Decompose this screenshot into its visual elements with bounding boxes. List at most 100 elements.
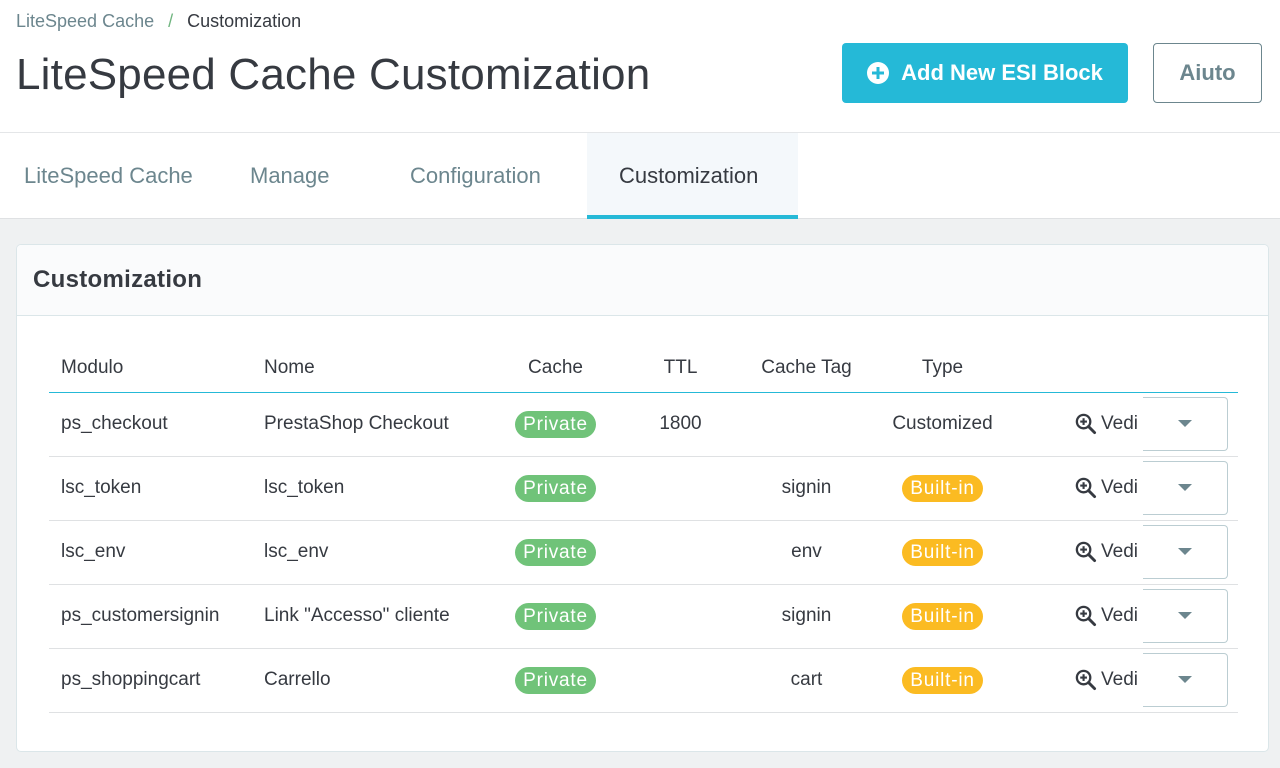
cell-nome: lsc_token [264,456,488,521]
cell-modulo: ps_shoppingcart [49,648,264,713]
column-header-modulo: Modulo [49,344,264,393]
view-button-label: Vedi [1101,604,1138,626]
customization-card: Customization Modulo Nome Cache TTL Cach… [16,244,1269,752]
cell-modulo: ps_checkout [49,392,264,457]
zoom-in-icon [1075,605,1097,627]
esi-blocks-table: Modulo Nome Cache TTL Cache Tag Type ps_… [49,344,1238,713]
cell-actions: Vedi [1010,584,1238,649]
table-body: ps_checkout PrestaShop Checkout Private … [49,392,1238,713]
view-button[interactable]: Vedi [1048,588,1143,643]
view-button-label: Vedi [1101,476,1138,498]
help-button[interactable]: Aiuto [1153,43,1262,103]
row-actions-dropdown-toggle[interactable] [1142,396,1228,451]
column-header-cache-tag: Cache Tag [738,344,875,393]
caret-down-icon [1177,548,1192,555]
cell-ttl [623,648,738,713]
column-header-actions [1010,344,1238,393]
type-badge: Built-in [902,666,983,694]
cell-nome: Carrello [264,648,488,713]
breadcrumb-current: Customization [187,11,302,31]
cell-cache: Private [488,520,623,585]
view-button-label: Vedi [1101,668,1138,690]
cell-cache-tag: env [738,520,875,585]
plus-circle-icon [867,62,890,84]
breadcrumb-parent-link[interactable]: LiteSpeed Cache [16,11,154,32]
view-button-label: Vedi [1101,540,1138,562]
cell-cache: Private [488,392,623,457]
view-button[interactable]: Vedi [1048,460,1143,515]
view-button[interactable]: Vedi [1048,652,1143,707]
cell-type: Built-in [875,648,1010,713]
cell-cache: Private [488,648,623,713]
tab-configuration[interactable]: Configuration [386,133,587,218]
caret-down-icon [1177,420,1192,427]
cell-nome: PrestaShop Checkout [264,392,488,457]
row-action-group: Vedi [1048,588,1228,643]
view-button[interactable]: Vedi [1048,396,1143,451]
cell-ttl [623,520,738,585]
card-title: Customization [33,266,203,293]
view-button-label: Vedi [1101,412,1138,434]
zoom-in-icon [1075,669,1097,691]
column-header-nome: Nome [264,344,488,393]
table-row: lsc_token lsc_token Private signin Built… [49,456,1238,521]
add-new-esi-block-label: Add New ESI Block [901,60,1103,85]
cell-ttl: 1800 [623,392,738,457]
cache-badge: Private [515,666,596,694]
table-row: ps_customersignin Link "Accesso" cliente… [49,584,1238,649]
cache-badge: Private [515,410,596,438]
breadcrumb-separator: / [168,11,174,31]
row-action-group: Vedi [1048,460,1228,515]
cell-ttl [623,584,738,649]
cell-nome: lsc_env [264,520,488,585]
caret-down-icon [1177,484,1192,491]
cell-cache: Private [488,456,623,521]
cell-nome: Link "Accesso" cliente [264,584,488,649]
cell-modulo: lsc_token [49,456,264,521]
caret-down-icon [1177,676,1192,683]
column-header-type: Type [875,344,1010,393]
cell-type: Built-in [875,584,1010,649]
caret-down-icon [1177,612,1192,619]
card-header: Customization [17,245,1268,316]
tab-manage[interactable]: Manage [226,133,386,218]
cell-cache-tag: signin [738,456,875,521]
column-header-ttl: TTL [623,344,738,393]
add-new-esi-block-button[interactable]: Add New ESI Block [842,43,1128,103]
cell-modulo: ps_customersignin [49,584,264,649]
tab-litespeed-cache[interactable]: LiteSpeed Cache [0,133,226,218]
cell-cache: Private [488,584,623,649]
table-header-row: Modulo Nome Cache TTL Cache Tag Type [49,344,1238,393]
type-badge: Built-in [902,538,983,566]
cell-type: Built-in [875,520,1010,585]
cache-badge: Private [515,538,596,566]
cell-cache-tag [738,392,875,457]
zoom-in-icon [1075,477,1097,499]
tab-bar: LiteSpeed Cache Manage Configuration Cus… [0,133,1280,219]
zoom-in-icon [1075,541,1097,563]
row-actions-dropdown-toggle[interactable] [1142,524,1228,579]
cache-badge: Private [515,474,596,502]
cell-actions: Vedi [1010,648,1238,713]
tab-customization[interactable]: Customization [587,133,798,219]
zoom-in-icon [1075,413,1097,435]
cell-cache-tag: cart [738,648,875,713]
row-actions-dropdown-toggle[interactable] [1142,588,1228,643]
cell-modulo: lsc_env [49,520,264,585]
cell-type: Customized [875,392,1010,457]
page-title: LiteSpeed Cache Customization [16,50,651,99]
table-row: ps_shoppingcart Carrello Private cart Bu… [49,648,1238,713]
row-action-group: Vedi [1048,524,1228,579]
view-button[interactable]: Vedi [1048,524,1143,579]
breadcrumb: LiteSpeed Cache / Customization [16,11,301,32]
row-actions-dropdown-toggle[interactable] [1142,460,1228,515]
row-actions-dropdown-toggle[interactable] [1142,652,1228,707]
table-row: ps_checkout PrestaShop Checkout Private … [49,392,1238,457]
column-header-cache: Cache [488,344,623,393]
type-badge: Built-in [902,474,983,502]
row-action-group: Vedi [1048,652,1228,707]
cell-type: Built-in [875,456,1010,521]
row-action-group: Vedi [1048,396,1228,451]
type-badge: Built-in [902,602,983,630]
cell-actions: Vedi [1010,456,1238,521]
